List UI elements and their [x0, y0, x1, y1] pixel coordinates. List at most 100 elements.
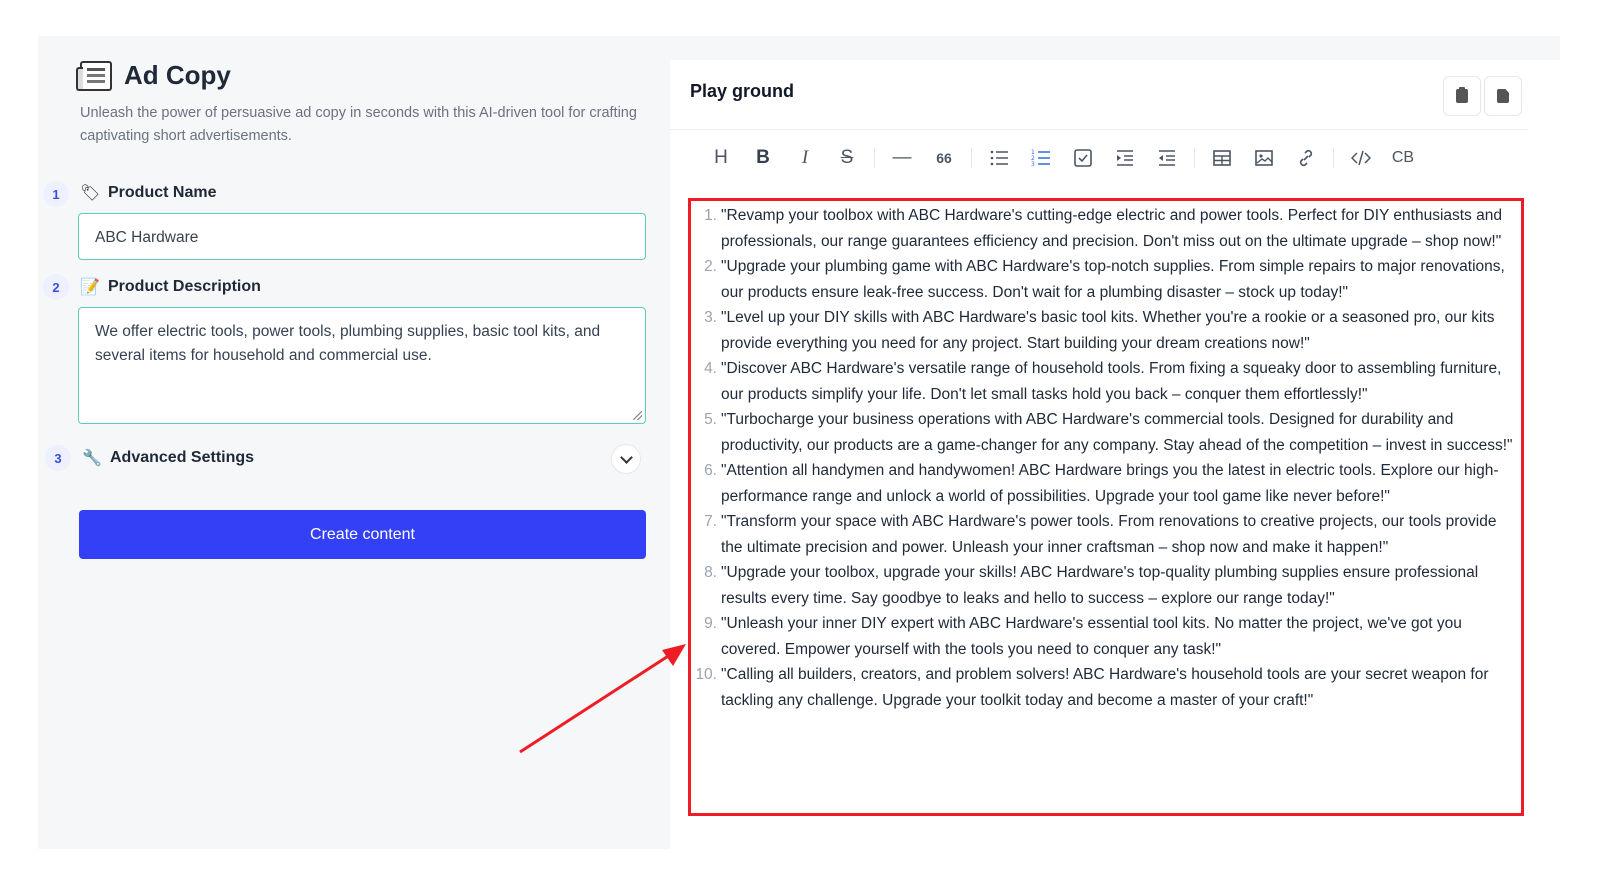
ad-text: "Calling all builders, creators, and pro… — [721, 666, 1489, 709]
clipboard-icon — [1456, 87, 1468, 103]
advanced-settings-label: Advanced Settings — [110, 449, 255, 466]
ad-copy-form-panel: Ad Copy Unleash the power of persuasive … — [38, 36, 668, 849]
list-number: 3. — [704, 309, 717, 326]
ad-text: "Upgrade your toolbox, upgrade your skil… — [721, 564, 1479, 607]
strikethrough-icon: S — [840, 147, 854, 168]
outdent-button[interactable] — [1146, 140, 1188, 176]
indent-icon — [1117, 150, 1133, 166]
document-icon — [1497, 89, 1509, 103]
table-icon — [1213, 150, 1231, 166]
indent-button[interactable] — [1104, 140, 1146, 176]
ad-text: "Transform your space with ABC Hardware'… — [721, 513, 1497, 556]
codeblock-icon: CB — [1391, 149, 1415, 166]
ad-text: "Upgrade your plumbing game with ABC Har… — [721, 258, 1505, 301]
list-number: 1. — [704, 207, 717, 224]
code-icon — [1351, 150, 1371, 166]
strikethrough-button[interactable]: S — [826, 140, 868, 176]
ad-list-item: 4. "Discover ABC Hardware's versatile ran… — [701, 356, 1513, 407]
product-name-input[interactable]: ABC Hardware — [78, 213, 646, 260]
ad-list-item: 8. "Upgrade your toolbox, upgrade your sk… — [701, 560, 1513, 611]
product-description-label: Product Description — [108, 278, 261, 295]
code-button[interactable] — [1340, 140, 1382, 176]
ad-text: "Discover ABC Hardware's versatile range… — [721, 360, 1502, 403]
checklist-button[interactable] — [1062, 140, 1104, 176]
page-title: Ad Copy — [124, 60, 231, 90]
list-number: 9. — [704, 615, 717, 632]
create-content-button[interactable]: Create content — [79, 510, 646, 559]
ad-text: "Unleash your inner DIY expert with ABC … — [721, 615, 1462, 658]
heading-button[interactable]: H — [700, 140, 742, 176]
horizontal-rule-icon: — — [892, 147, 912, 168]
bold-button[interactable]: B — [742, 140, 784, 176]
tag-icon: 🏷 — [80, 185, 101, 202]
toolbar-divider — [874, 148, 875, 168]
product-name-label-row: 🏷 Product Name — [80, 183, 216, 203]
bullet-list-icon — [990, 150, 1008, 166]
ad-list-item: 2. "Upgrade your plumbing game with ABC H… — [701, 254, 1513, 305]
ad-list-item: 1. "Revamp your toolbox with ABC Hardware… — [701, 203, 1513, 254]
list-number: 7. — [704, 513, 717, 530]
codeblock-button[interactable]: CB — [1382, 140, 1424, 176]
ad-list-item: 3. "Level up your DIY skills with ABC Har… — [701, 305, 1513, 356]
export-button[interactable] — [1484, 76, 1522, 116]
bold-icon: B — [756, 147, 770, 168]
ad-text: "Attention all handymen and handywomen! … — [721, 462, 1499, 505]
ad-list-item: 9. "Unleash your inner DIY expert with AB… — [701, 611, 1513, 662]
ad-list-item: 5. "Turbocharge your business operations … — [701, 407, 1513, 458]
resize-handle-icon[interactable] — [633, 411, 642, 420]
list-number: 4. — [704, 360, 717, 377]
step-number: 1 — [43, 181, 69, 207]
list-number: 2. — [704, 258, 717, 275]
playground-header: Play ground — [670, 60, 1528, 130]
chevron-down-icon[interactable] — [611, 444, 641, 474]
svg-text:3: 3 — [1031, 161, 1035, 168]
product-name-label: Product Name — [108, 184, 217, 201]
memo-icon: 📝 — [80, 279, 100, 296]
ordered-list-button[interactable]: 123 — [1020, 140, 1062, 176]
ad-text: "Revamp your toolbox with ABC Hardware's… — [721, 207, 1502, 250]
italic-button[interactable]: I — [784, 140, 826, 176]
heading-icon: H — [714, 147, 728, 168]
quote-icon: 66 — [936, 150, 952, 166]
table-button[interactable] — [1201, 140, 1243, 176]
horizontal-rule-button[interactable]: — — [881, 140, 923, 176]
bullet-list-button[interactable] — [978, 140, 1020, 176]
step-number: 2 — [43, 274, 69, 300]
link-button[interactable] — [1285, 140, 1327, 176]
image-button[interactable] — [1243, 140, 1285, 176]
step-number: 3 — [45, 445, 71, 471]
page-subtitle: Unleash the power of persuasive ad copy … — [80, 105, 637, 144]
product-description-text: We offer electric tools, power tools, pl… — [95, 323, 601, 364]
playground-panel: Play ground H B I S — 66 1 2 3 CB 1. "Re… — [670, 60, 1560, 849]
ad-list-item: 10. "Calling all builders, creators, and … — [695, 662, 1513, 713]
italic-icon: I — [801, 147, 809, 168]
product-description-label-row: 📝 Product Description — [80, 277, 261, 297]
list-number: 6. — [704, 462, 717, 479]
outdent-icon — [1159, 150, 1175, 166]
ad-list-item: 7. "Transform your space with ABC Hardwar… — [701, 509, 1513, 560]
quote-button[interactable]: 66 — [923, 140, 965, 176]
generated-ads-list[interactable]: 1. "Revamp your toolbox with ABC Hardware… — [695, 203, 1513, 713]
ad-text: "Level up your DIY skills with ABC Hardw… — [721, 309, 1495, 352]
copy-button[interactable] — [1443, 76, 1481, 116]
app-frame: Ad Copy Unleash the power of persuasive … — [38, 36, 1560, 849]
playground-title: Play ground — [690, 81, 795, 101]
product-description-textarea[interactable]: We offer electric tools, power tools, pl… — [78, 307, 646, 424]
toolbar-divider — [1194, 148, 1195, 168]
newspaper-icon — [76, 60, 112, 91]
ad-text: "Turbocharge your business operations wi… — [721, 411, 1513, 454]
generated-ads-highlight: 1. "Revamp your toolbox with ABC Hardware… — [688, 198, 1524, 816]
toolbar-divider — [971, 148, 972, 168]
ordered-list-icon: 123 — [1031, 149, 1050, 168]
checkbox-icon — [1074, 149, 1092, 167]
list-number: 5. — [704, 411, 717, 428]
toolbar-divider — [1333, 148, 1334, 168]
advanced-settings-toggle[interactable]: 🔧 Advanced Settings — [82, 448, 254, 468]
link-icon — [1299, 149, 1313, 167]
ad-list-item: 6. "Attention all handymen and handywomen… — [701, 458, 1513, 509]
image-icon — [1255, 150, 1273, 166]
list-number: 10. — [695, 666, 717, 683]
title-row: Ad Copy — [76, 60, 231, 91]
editor-toolbar: H B I S — 66 123 CB — [700, 136, 1424, 180]
wrench-icon: 🔧 — [82, 450, 102, 467]
